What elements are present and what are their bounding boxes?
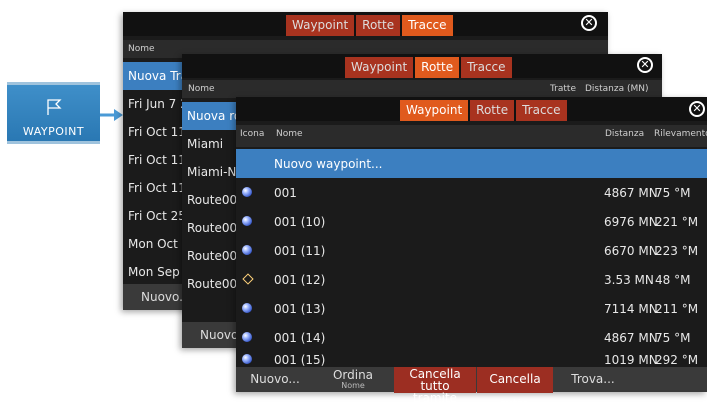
tab-waypoint[interactable]: Waypoint — [345, 57, 414, 78]
col-distanza: Distanza — [605, 129, 645, 139]
sort-button-value: Nome — [341, 381, 365, 390]
waypoint-dot-icon — [242, 332, 252, 342]
col-nome: Nome — [276, 129, 303, 139]
waypoint-bearing: 292 °M — [655, 353, 699, 367]
new-waypoint-button-label: Nuovo... — [250, 372, 300, 386]
waypoints-bottombar: Nuovo... Ordina Nome Cancella tutto tram… — [236, 367, 707, 416]
routes-topbar: Waypoint Rotte Tracce ✕ — [182, 54, 662, 78]
clear-by-symbol-button[interactable]: Cancella tutto tramite simbolo — [394, 367, 476, 416]
waypoint-bearing: 223 °M — [655, 244, 699, 258]
waypoint-distance: 6976 MN — [604, 215, 658, 229]
waypoint-dot-icon — [242, 245, 252, 255]
clear-by-symbol-line2: tramite simbolo — [411, 391, 459, 417]
table-row[interactable]: 001 (12) 3.53 MN 48 °M — [236, 265, 707, 294]
waypoint-name: 001 (15) — [274, 353, 326, 367]
waypoint-distance: 1019 MN — [604, 353, 658, 367]
col-name: Nome — [128, 44, 155, 54]
tab-tracce[interactable]: Tracce — [516, 100, 567, 121]
table-row[interactable]: 001 (11) 6670 MN 223 °M — [236, 236, 707, 265]
waypoint-name: 001 (14) — [274, 331, 326, 345]
waypoint-name: 001 (12) — [274, 273, 326, 287]
tab-tracce[interactable]: Tracce — [402, 15, 453, 36]
waypoint-dot-icon — [242, 187, 252, 197]
waypoint-dot-icon — [242, 216, 252, 226]
sort-button-label: Ordina — [332, 368, 374, 382]
waypoints-topbar: Waypoint Rotte Tracce ✕ — [236, 97, 707, 121]
waypoint-distance: 4867 MN — [604, 331, 658, 345]
waypoint-distance: 4867 MN — [604, 186, 658, 200]
table-row[interactable]: 001 (15) 1019 MN 292 °M — [236, 349, 707, 369]
table-row[interactable]: 001 (13) 7114 MN 211 °M — [236, 294, 707, 323]
waypoint-bearing: 211 °M — [655, 302, 699, 316]
tab-waypoint[interactable]: Waypoint — [400, 100, 469, 121]
new-waypoint-label: Nuovo waypoint... — [274, 157, 383, 171]
waypoint-distance: 7114 MN — [604, 302, 658, 316]
waypoint-dot-icon — [242, 354, 252, 364]
table-row[interactable]: 001 (14) 4867 MN 75 °M — [236, 323, 707, 352]
close-icon[interactable]: ✕ — [689, 101, 705, 117]
tab-rotte[interactable]: Rotte — [415, 57, 460, 78]
waypoint-bearing: 75 °M — [655, 186, 691, 200]
col-rilevamento: Rilevamento — [654, 129, 707, 139]
waypoint-bearing: 75 °M — [655, 331, 691, 345]
tab-waypoint[interactable]: Waypoint — [286, 15, 355, 36]
waypoint-name: 001 (11) — [274, 244, 326, 258]
waypoint-bearing: 48 °M — [655, 273, 691, 287]
waypoint-name: 001 (13) — [274, 302, 326, 316]
waypoints-panel: Waypoint Rotte Tracce ✕ Icona Nome Dista… — [236, 97, 707, 416]
table-row[interactable]: 001 (10) 6976 MN 221 °M — [236, 207, 707, 236]
waypoints-header: Icona Nome Distanza Rilevamento — [236, 125, 707, 147]
arrow-right-icon — [100, 109, 123, 121]
find-button-label: Trova... — [571, 372, 615, 386]
flag-icon — [47, 99, 62, 115]
close-icon[interactable]: ✕ — [581, 15, 597, 31]
clear-all-button[interactable]: Cancella tutto — [477, 367, 553, 411]
close-icon[interactable]: ✕ — [637, 57, 653, 73]
table-row[interactable]: 001 4867 MN 75 °M — [236, 178, 707, 207]
waypoint-name: 001 (10) — [274, 215, 326, 229]
routes-header: Nome Tratte Distanza (MN) — [182, 80, 662, 98]
waypoint-dot-icon — [242, 303, 252, 313]
waypoint-name: 001 — [274, 186, 297, 200]
sort-button[interactable]: Ordina Nome — [314, 367, 392, 393]
tab-tracce[interactable]: Tracce — [461, 57, 512, 78]
col-name: Nome — [188, 84, 215, 94]
new-waypoint-row[interactable]: Nuovo waypoint... — [236, 149, 707, 178]
col-distanza: Distanza (MN) — [585, 84, 649, 94]
waypoint-side-button-label: WAYPOINT — [22, 125, 85, 138]
waypoint-distance: 6670 MN — [604, 244, 658, 258]
waypoint-diamond-icon — [242, 273, 254, 285]
waypoint-side-button[interactable]: WAYPOINT — [7, 82, 100, 144]
tab-rotte[interactable]: Rotte — [470, 100, 515, 121]
col-icona: Icona — [240, 129, 265, 139]
new-waypoint-button[interactable]: Nuovo... — [236, 367, 314, 393]
waypoint-bearing: 221 °M — [655, 215, 699, 229]
col-tratte: Tratte — [550, 84, 576, 94]
tab-rotte[interactable]: Rotte — [356, 15, 401, 36]
clear-by-symbol-line1: Cancella tutto — [409, 367, 461, 393]
find-button[interactable]: Trova... — [554, 367, 632, 393]
tracks-topbar: Waypoint Rotte Tracce ✕ — [123, 12, 608, 36]
waypoint-distance: 3.53 MN — [604, 273, 654, 287]
